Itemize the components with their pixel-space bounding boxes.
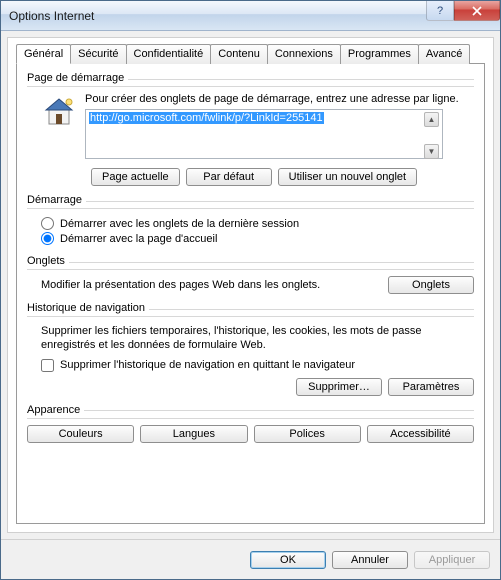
tab-label: Programmes: [348, 48, 411, 60]
group-legend: Historique de navigation: [27, 302, 145, 316]
tab-panel-general: Page de démarrage Pour créer: [16, 63, 485, 524]
help-button[interactable]: ?: [426, 1, 454, 21]
group-legend: Apparence: [27, 404, 80, 418]
tabs-button[interactable]: Onglets: [388, 276, 474, 294]
system-buttons: ?: [426, 1, 500, 30]
history-description: Supprimer les fichiers temporaires, l'hi…: [41, 325, 474, 353]
divider: [86, 201, 474, 202]
tab-programs[interactable]: Programmes: [340, 44, 419, 64]
svg-text:?: ?: [437, 6, 443, 16]
colors-button[interactable]: Couleurs: [27, 425, 134, 443]
tab-label: Général: [24, 48, 63, 60]
group-tabs: Onglets Modifier la présentation des pag…: [27, 255, 474, 294]
dialog-footer: OK Annuler Appliquer: [1, 539, 500, 579]
current-page-button[interactable]: Page actuelle: [91, 168, 180, 186]
window: Options Internet ? Général Sécurité Conf…: [0, 0, 501, 580]
tab-label: Sécurité: [78, 48, 118, 60]
radio-label: Démarrer avec la page d'accueil: [60, 233, 217, 245]
tab-content[interactable]: Contenu: [210, 44, 268, 64]
accessibility-button[interactable]: Accessibilité: [367, 425, 474, 443]
tab-label: Avancé: [426, 48, 463, 60]
divider: [149, 309, 474, 310]
delete-on-exit-checkbox[interactable]: Supprimer l'historique de navigation en …: [41, 359, 474, 372]
group-history: Historique de navigation Supprimer les f…: [27, 302, 474, 396]
divider: [128, 79, 474, 80]
group-appearance: Apparence Couleurs Langues Polices Acces…: [27, 404, 474, 443]
group-legend: Page de démarrage: [27, 72, 124, 86]
tab-connections[interactable]: Connexions: [267, 44, 341, 64]
new-tab-button[interactable]: Utiliser un nouvel onglet: [278, 168, 417, 186]
client-area: Général Sécurité Confidentialité Contenu…: [7, 37, 494, 533]
radio-label: Démarrer avec les onglets de la dernière…: [60, 218, 299, 230]
group-startup: Démarrage Démarrer avec les onglets de l…: [27, 194, 474, 247]
tab-privacy[interactable]: Confidentialité: [126, 44, 212, 64]
group-legend: Démarrage: [27, 194, 82, 208]
languages-button[interactable]: Langues: [140, 425, 247, 443]
tab-label: Contenu: [218, 48, 260, 60]
close-button[interactable]: [454, 1, 500, 21]
tab-label: Confidentialité: [134, 48, 204, 60]
homepage-input[interactable]: [85, 109, 443, 159]
checkbox-input[interactable]: [41, 359, 54, 372]
radio-input[interactable]: [41, 217, 54, 230]
tabs-description: Modifier la présentation des pages Web d…: [41, 279, 320, 291]
tab-label: Connexions: [275, 48, 333, 60]
cancel-button[interactable]: Annuler: [332, 551, 408, 569]
tab-strip: Général Sécurité Confidentialité Contenu…: [16, 44, 485, 64]
tab-advanced[interactable]: Avancé: [418, 44, 471, 64]
radio-last-session[interactable]: Démarrer avec les onglets de la dernière…: [41, 217, 474, 230]
default-page-button[interactable]: Par défaut: [186, 168, 272, 186]
divider: [69, 262, 474, 263]
tab-general[interactable]: Général: [16, 44, 71, 64]
delete-button[interactable]: Supprimer…: [296, 378, 382, 396]
tab-security[interactable]: Sécurité: [70, 44, 126, 64]
ok-button[interactable]: OK: [250, 551, 326, 569]
home-icon: [41, 93, 77, 129]
fonts-button[interactable]: Polices: [254, 425, 361, 443]
apply-button[interactable]: Appliquer: [414, 551, 490, 569]
radio-home-page[interactable]: Démarrer avec la page d'accueil: [41, 232, 474, 245]
radio-input[interactable]: [41, 232, 54, 245]
group-legend: Onglets: [27, 255, 65, 269]
checkbox-label: Supprimer l'historique de navigation en …: [60, 359, 355, 371]
homepage-description: Pour créer des onglets de page de démarr…: [85, 93, 474, 105]
window-title: Options Internet: [9, 9, 426, 23]
settings-button[interactable]: Paramètres: [388, 378, 474, 396]
divider: [84, 410, 474, 411]
group-homepage: Page de démarrage Pour créer: [27, 72, 474, 186]
titlebar: Options Internet ?: [1, 1, 500, 31]
